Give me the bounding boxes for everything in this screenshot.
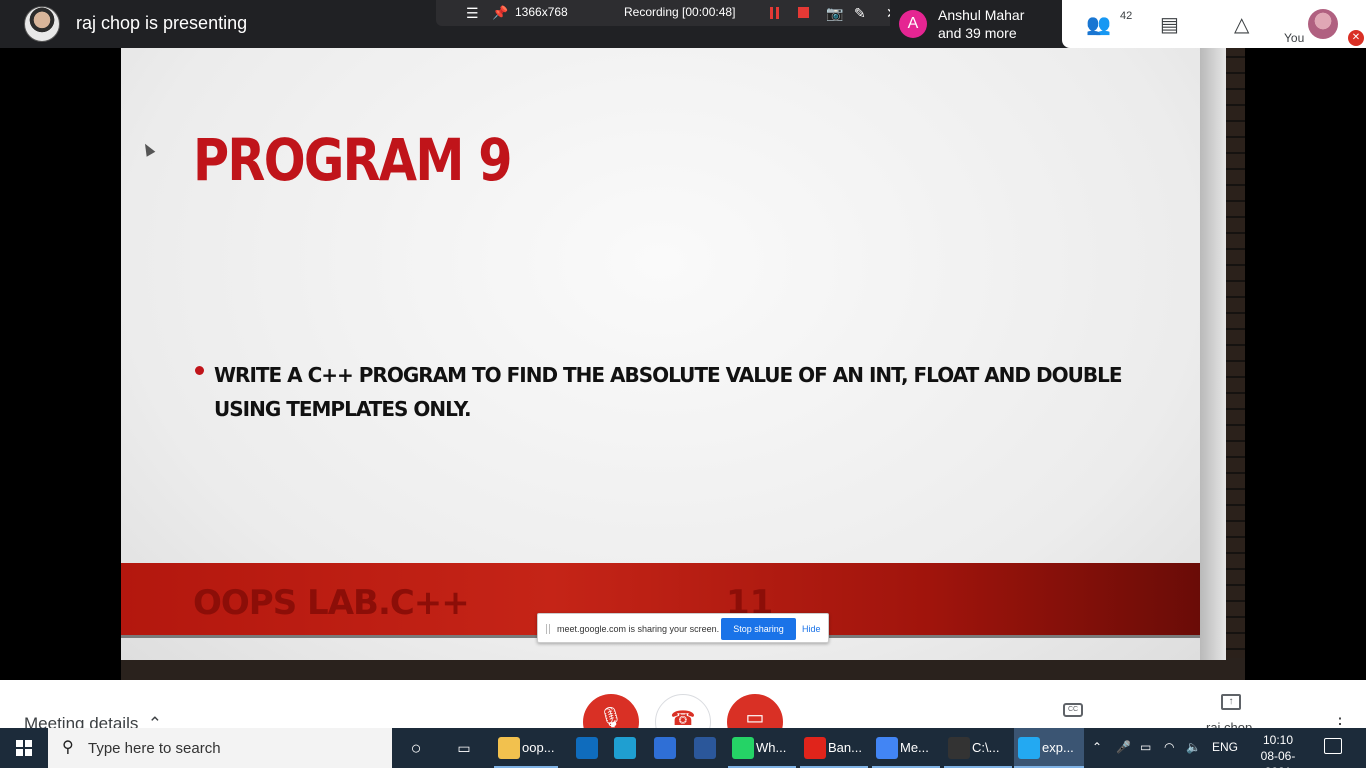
microphone-off-button[interactable]: 🎙 bbox=[583, 694, 639, 728]
leave-call-button[interactable]: ☎ bbox=[655, 694, 711, 728]
presenter-avatar bbox=[24, 6, 60, 42]
camera-off-icon: ▭ bbox=[745, 707, 765, 728]
clock[interactable]: 10:10 08-06-2021 bbox=[1248, 732, 1308, 768]
present-now-icon[interactable]: ↑ bbox=[1221, 694, 1241, 710]
taskbar-app-label: C:\... bbox=[972, 740, 1000, 755]
footer-course-label: OOPS LAB.C++ bbox=[193, 583, 470, 623]
more-options-icon[interactable]: ⋮ bbox=[1332, 714, 1348, 728]
taskbar-app-label: Me... bbox=[900, 740, 929, 755]
search-placeholder: Type here to search bbox=[88, 740, 221, 757]
folder-icon bbox=[498, 737, 520, 759]
word-icon bbox=[694, 737, 716, 759]
mail-icon bbox=[654, 737, 676, 759]
store-icon bbox=[576, 737, 598, 759]
taskbar-search[interactable]: ⚲ Type here to search bbox=[48, 728, 392, 768]
taskbar: ⚲ Type here to search ○ ▭ oop... Wh... Ban… bbox=[0, 728, 1366, 768]
terminal-icon bbox=[948, 737, 970, 759]
task-view-button[interactable]: ▭ bbox=[450, 728, 478, 768]
task-view-icon: ▭ bbox=[457, 740, 471, 756]
slide-frame bbox=[1200, 48, 1226, 660]
people-count: 42 bbox=[1120, 10, 1133, 22]
cortana-button[interactable]: ○ bbox=[402, 728, 430, 768]
chat-icon[interactable]: ▤ bbox=[1160, 12, 1179, 37]
wifi-icon[interactable]: ◠ bbox=[1164, 740, 1174, 754]
taskbar-app-1[interactable] bbox=[572, 728, 602, 768]
taskbar-app-label: oop... bbox=[522, 740, 555, 755]
self-avatar[interactable] bbox=[1308, 9, 1338, 39]
bullet-dot bbox=[195, 366, 204, 375]
volume-icon[interactable]: 🔈 bbox=[1186, 740, 1201, 754]
participant-avatar: A bbox=[899, 10, 927, 38]
chevron-up-icon: ⌃ bbox=[143, 714, 163, 728]
taskbar-app-3[interactable] bbox=[650, 728, 680, 768]
sharing-banner: meet.google.com is sharing your screen. … bbox=[537, 613, 829, 643]
search-icon: ⚲ bbox=[62, 739, 74, 756]
mic-off-icon: 🎙 bbox=[598, 707, 624, 728]
recording-status: Recording [00:00:48] bbox=[624, 5, 736, 19]
taskbar-app-label: Wh... bbox=[756, 740, 787, 755]
taskbar-app-8[interactable]: C:\... bbox=[944, 728, 1012, 768]
stop-recording-icon[interactable] bbox=[798, 7, 809, 18]
taskbar-app-4[interactable] bbox=[690, 728, 720, 768]
vscode-icon bbox=[1018, 737, 1040, 759]
tray-chevron-icon[interactable]: ⌃ bbox=[1092, 740, 1102, 754]
language-indicator[interactable]: ENG bbox=[1212, 740, 1238, 754]
notifications-icon[interactable] bbox=[1324, 738, 1342, 754]
pencil-icon[interactable]: ✎ bbox=[854, 5, 866, 22]
taskbar-app-label: Ban... bbox=[828, 740, 862, 755]
whatsapp-icon bbox=[732, 737, 754, 759]
menu-icon[interactable]: ☰ bbox=[466, 5, 479, 22]
camera-off-button[interactable]: ▭ bbox=[727, 694, 783, 728]
top-bar: raj chop is presenting ☰ 📌 1366x768 Reco… bbox=[0, 0, 1366, 48]
hangup-icon: ☎ bbox=[670, 708, 696, 728]
activities-icon[interactable]: △ bbox=[1234, 12, 1249, 37]
start-button[interactable] bbox=[0, 728, 48, 768]
camera-icon[interactable]: 📷 bbox=[826, 5, 843, 22]
taskbar-app-7[interactable]: Me... bbox=[872, 728, 940, 768]
pause-recording-icon[interactable] bbox=[770, 7, 779, 19]
captions-icon[interactable]: CC bbox=[1063, 703, 1083, 717]
presenter-label: raj chop is presenting bbox=[76, 13, 248, 33]
microphone-tray-icon[interactable]: 🎤 bbox=[1116, 740, 1131, 754]
clock-time: 10:10 bbox=[1262, 733, 1294, 747]
drag-handle-icon[interactable] bbox=[546, 624, 550, 634]
taskbar-app-6[interactable]: Ban... bbox=[800, 728, 868, 768]
slide-title: PROGRAM 9 bbox=[193, 126, 513, 194]
you-label: You bbox=[1284, 31, 1305, 45]
meeting-details-toggle[interactable]: Meeting details ⌃ bbox=[24, 714, 162, 728]
battery-icon[interactable]: ▭ bbox=[1140, 740, 1151, 754]
slide-bullet: WRITE A C++ PROGRAM TO FIND THE ABSOLUTE… bbox=[214, 363, 1122, 421]
clock-date: 08-06-2021 bbox=[1260, 749, 1296, 768]
shared-screen: PROGRAM 9 WRITE A C++ PROGRAM TO FIND TH… bbox=[0, 48, 1366, 680]
people-icon[interactable]: 👥 bbox=[1086, 12, 1111, 37]
hide-banner-link[interactable]: Hide bbox=[802, 624, 821, 634]
screen: raj chop is presenting ☰ 📌 1366x768 Reco… bbox=[0, 0, 1366, 768]
present-label: raj chop bbox=[1206, 720, 1253, 728]
edge-icon bbox=[614, 737, 636, 759]
taskbar-app-2[interactable] bbox=[610, 728, 640, 768]
resolution-label: 1366x768 bbox=[515, 5, 568, 19]
slide: PROGRAM 9 WRITE A C++ PROGRAM TO FIND TH… bbox=[121, 48, 1200, 660]
recording-toolbar: ☰ 📌 1366x768 Recording [00:00:48] 📷 ✎ ✕ bbox=[436, 0, 916, 26]
taskbar-app-0[interactable]: oop... bbox=[494, 728, 558, 768]
bandicam-icon bbox=[804, 737, 826, 759]
meeting-controls-bar: Meeting details ⌃ 🎙 ☎ ▭ CC ↑ raj chop ⋮ bbox=[0, 680, 1366, 728]
brick-background-bottom bbox=[121, 658, 1245, 680]
taskbar-app-label: exp... bbox=[1042, 740, 1074, 755]
pin-icon[interactable]: 📌 bbox=[492, 5, 508, 21]
windows-icon bbox=[16, 740, 32, 756]
participant-chip[interactable]: A Anshul Mahar and 39 more bbox=[890, 0, 1062, 48]
participant-name: Anshul Mahar and 39 more bbox=[938, 7, 1025, 41]
stop-sharing-button[interactable]: Stop sharing bbox=[721, 618, 796, 640]
taskbar-app-9[interactable]: exp... bbox=[1014, 728, 1084, 768]
mic-off-icon: ✕ bbox=[1348, 30, 1364, 46]
top-actions: 👥 42 ▤ △ You ✕ bbox=[1062, 0, 1366, 48]
sharing-text: meet.google.com is sharing your screen. bbox=[557, 624, 720, 634]
cortana-icon: ○ bbox=[410, 738, 422, 758]
taskbar-app-5[interactable]: Wh... bbox=[728, 728, 796, 768]
chrome-icon bbox=[876, 737, 898, 759]
